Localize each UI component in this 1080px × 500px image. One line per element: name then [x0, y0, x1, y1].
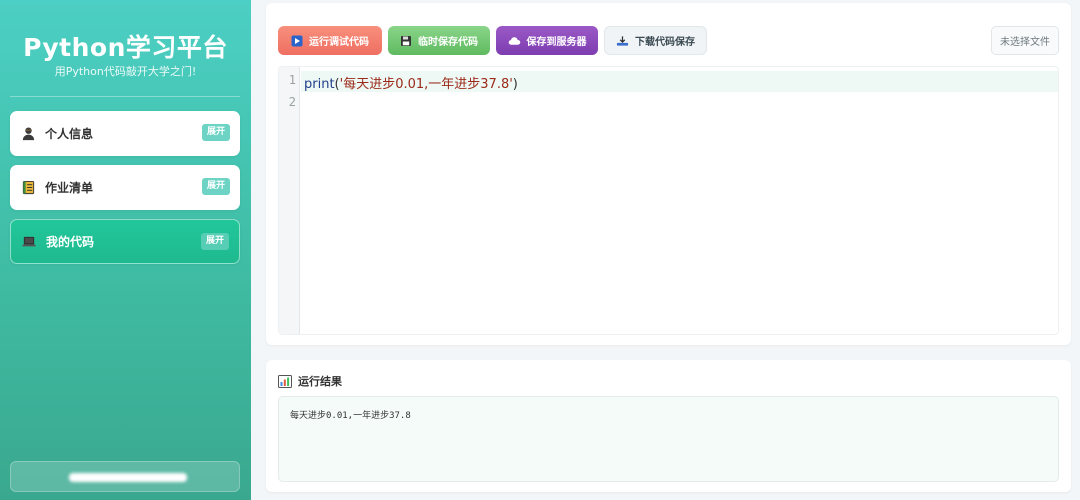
expand-button[interactable]: 展开: [201, 178, 230, 195]
sidebar-item-assignments[interactable]: 作业清单 展开: [10, 165, 240, 210]
floppy-icon: [400, 35, 412, 47]
notebook-icon: [20, 180, 36, 196]
app-subtitle: 用Python代码敲开大学之门!: [54, 65, 197, 78]
temp-save-label: 临时保存代码: [418, 37, 478, 48]
output-text: 每天进步0.01,一年进步37.8: [290, 411, 411, 421]
code-function: print: [304, 77, 335, 92]
sidebar-item-personal-info[interactable]: 个人信息 展开: [10, 111, 240, 156]
cloud-icon: [508, 36, 521, 46]
bar-chart-icon: [278, 374, 292, 388]
run-code-button[interactable]: 运行调试代码: [278, 26, 382, 55]
file-input[interactable]: 未选择文件: [991, 26, 1059, 55]
line-number: 1: [288, 73, 296, 87]
laptop-icon: [21, 234, 37, 250]
sidebar-item-my-code[interactable]: 我的代码 展开: [10, 219, 240, 264]
user-bar[interactable]: [10, 461, 240, 492]
sidebar: Python学习平台 用Python代码敲开大学之门! 个人信息 展开 作业清单…: [0, 0, 251, 500]
save-to-server-label: 保存到服务器: [526, 37, 587, 48]
sidebar-divider: [10, 96, 240, 97]
person-icon: [20, 126, 36, 142]
code-string: '每天进步0.01,一年进步37.8': [339, 77, 513, 92]
save-to-server-button[interactable]: 保存到服务器: [496, 26, 598, 55]
download-code-label: 下载代码保存: [635, 37, 695, 48]
download-icon: [616, 35, 629, 47]
result-panel: 运行结果 每天进步0.01,一年进步37.8: [266, 360, 1071, 492]
temp-save-button[interactable]: 临时保存代码: [388, 26, 490, 55]
result-heading: 运行结果: [278, 373, 342, 389]
download-code-button[interactable]: 下载代码保存: [604, 26, 707, 55]
sidebar-item-label: 个人信息: [45, 127, 94, 141]
expand-button[interactable]: 展开: [201, 124, 230, 141]
code-paren-close: ): [512, 77, 518, 92]
result-title: 运行结果: [298, 375, 342, 388]
app-title: Python学习平台: [23, 33, 228, 62]
run-code-label: 运行调试代码: [309, 37, 369, 48]
sidebar-item-label: 作业清单: [45, 181, 94, 195]
expand-button[interactable]: 展开: [200, 233, 229, 250]
code-line[interactable]: print('每天进步0.01,一年进步37.8'): [304, 73, 518, 92]
play-icon: [291, 35, 303, 47]
redacted-username: [69, 473, 187, 482]
editor-panel: 运行调试代码 临时保存代码 保存到服务器 下载代码保存 未选择文件 1 2 pr…: [266, 3, 1071, 345]
sidebar-item-label: 我的代码: [46, 235, 95, 249]
line-number-gutter: 1 2: [279, 67, 300, 334]
code-editor[interactable]: 1 2 print('每天进步0.01,一年进步37.8'): [278, 66, 1059, 335]
output-console: 每天进步0.01,一年进步37.8: [278, 396, 1059, 482]
line-number: 2: [288, 95, 296, 109]
